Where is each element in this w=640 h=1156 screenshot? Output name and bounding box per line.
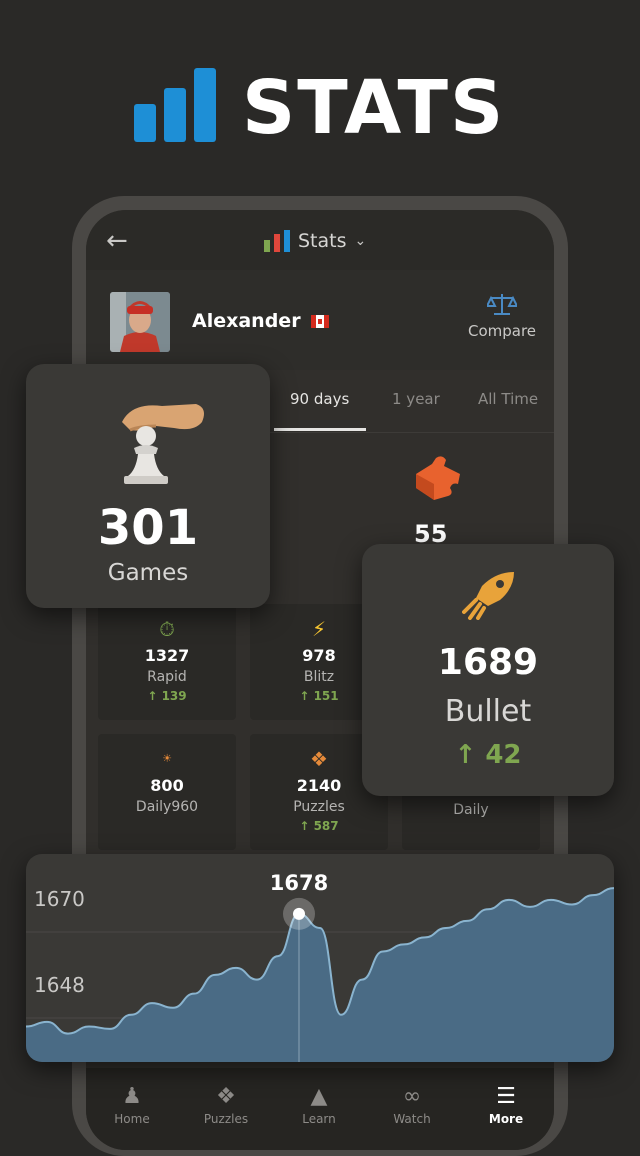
pawn-icon: ♟: [122, 1084, 142, 1109]
rating-change: ↑ 139: [147, 689, 187, 703]
nav-watch[interactable]: ∞ Watch: [372, 1082, 452, 1126]
profile-row: Alexander Compare: [86, 270, 554, 370]
bullet-card: 1689 Bullet ↑ 42: [362, 544, 614, 796]
nav-more[interactable]: ☰ More: [466, 1082, 546, 1126]
chevron-down-icon: ⌄: [354, 233, 367, 249]
hero-title: STATS: [242, 65, 506, 151]
compare-label: Compare: [467, 322, 537, 340]
arrow-left-icon[interactable]: ←: [106, 228, 128, 254]
rating-label: Daily: [453, 802, 489, 818]
rating-label: Daily960: [135, 799, 199, 815]
bullet-label: Bullet: [444, 694, 532, 729]
active-tab-indicator: [274, 428, 366, 431]
games-card: 301 Games: [26, 364, 270, 608]
nav-learn[interactable]: ▲ Learn: [279, 1082, 359, 1126]
nav-label: More: [488, 1112, 524, 1126]
bar-chart-icon: [134, 68, 216, 142]
arrow-up-icon: ↑: [454, 740, 477, 770]
stats-dropdown[interactable]: Stats ⌄: [264, 230, 366, 252]
y-tick-label: 1670: [34, 887, 85, 911]
bullet-change-value: 42: [485, 740, 522, 770]
rating-value: 1327: [144, 646, 190, 665]
nav-home[interactable]: ♟ Home: [92, 1082, 172, 1126]
nav-label: Puzzles: [203, 1112, 249, 1126]
hand-pawn-icon: [122, 404, 204, 484]
avatar-image: [110, 292, 170, 352]
bullet-change: ↑ 42: [362, 740, 614, 770]
avatar[interactable]: [110, 292, 170, 352]
tab-1-year[interactable]: 1 year: [392, 390, 440, 408]
scale-icon: [485, 294, 519, 315]
tab-all-time[interactable]: All Time: [478, 390, 538, 408]
nav-label: Watch: [393, 1112, 431, 1126]
nav-label: Home: [114, 1112, 150, 1126]
rating-tile-rapid[interactable]: ⏱ 1327 Rapid ↑ 139: [98, 604, 236, 720]
menu-icon: ☰: [496, 1084, 516, 1109]
stopwatch-icon: ⏱: [159, 617, 175, 641]
graduation-cap-icon: ▲: [310, 1084, 328, 1109]
canada-flag-icon: [310, 314, 329, 328]
nav-label: Learn: [302, 1112, 336, 1126]
top-bar: ← Stats ⌄: [86, 210, 554, 270]
hover-value-label: 1678: [270, 871, 328, 895]
nav-puzzles[interactable]: ❖ Puzzles: [186, 1082, 266, 1126]
tab-90-days[interactable]: 90 days: [290, 390, 349, 408]
rating-area-chart[interactable]: 1670 1648 1678: [26, 854, 614, 1062]
rating-value: 800: [150, 776, 184, 795]
bullet-rocket-icon: [462, 572, 514, 620]
binoculars-icon: ∞: [402, 1084, 422, 1109]
rating-label: Rapid: [147, 669, 187, 685]
area-fill: [26, 888, 614, 1062]
y-tick-label: 1648: [34, 973, 85, 997]
profile-name-row: Alexander: [192, 310, 329, 332]
daily960-icon: ☀: [162, 752, 172, 765]
compare-button[interactable]: Compare: [462, 292, 542, 340]
rating-label: Puzzles: [293, 799, 345, 815]
profile-name: Alexander: [192, 310, 301, 332]
stats-chart-icon: [264, 230, 290, 252]
app-title: Stats: [298, 230, 347, 252]
rating-change: ↑ 587: [299, 819, 339, 833]
games-label: Games: [107, 560, 189, 586]
bullet-rating: 1689: [437, 642, 539, 683]
hover-point: [293, 907, 305, 920]
rating-chart-card: 1670 1648 1678: [26, 854, 614, 1062]
puzzle-icon: ❖: [216, 1084, 236, 1109]
rating-tile-daily960[interactable]: ☀ 800 Daily960: [98, 734, 236, 850]
puzzle-icon: [416, 456, 460, 500]
games-count: 301: [97, 500, 199, 556]
